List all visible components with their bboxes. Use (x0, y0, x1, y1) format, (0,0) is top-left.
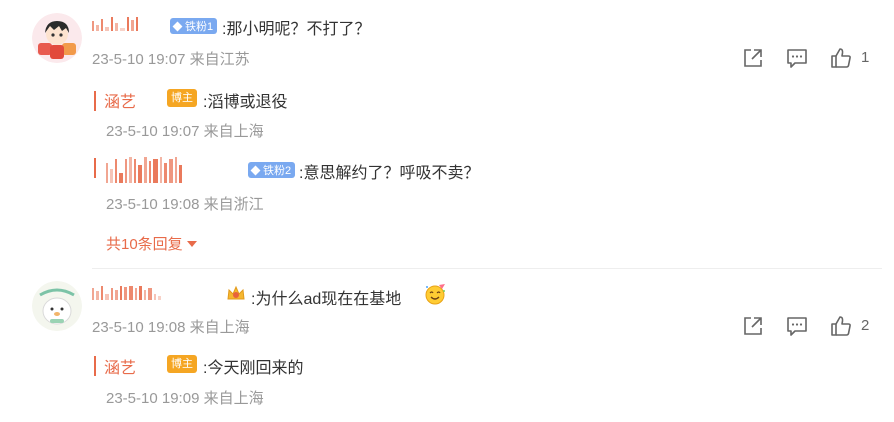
share-icon[interactable] (742, 315, 764, 337)
reply-text: :今天刚回来的 (203, 360, 304, 377)
like-icon[interactable] (830, 315, 852, 337)
username-obscured[interactable] (92, 17, 138, 31)
comment-meta: 23-5-10 19:08 来自上海 (92, 319, 250, 336)
comment-text: :为什么ad现在在基地 (251, 291, 402, 308)
username-obscured[interactable] (106, 157, 182, 183)
reply-meta: 23-5-10 19:07 来自上海 (106, 123, 264, 140)
divider (92, 268, 882, 269)
caret-down-icon (186, 240, 197, 247)
diamond-icon (172, 21, 183, 31)
reply-meta: 23-5-10 19:09 来自上海 (106, 390, 264, 407)
diamond-icon (250, 165, 261, 175)
reply-text: :意思解约了？呼吸不卖？ (299, 165, 480, 182)
comment-icon[interactable] (786, 47, 808, 69)
comment-meta: 23-5-10 19:07 来自江苏 (92, 51, 250, 68)
reply-marker (94, 158, 96, 178)
share-icon[interactable] (742, 47, 764, 69)
like-count: 2 (861, 317, 870, 334)
reply-marker (94, 91, 96, 111)
host-badge: 博主 (167, 89, 197, 107)
fan-badge: 铁粉1 (170, 18, 218, 34)
reply-author[interactable]: 涵艺 (104, 88, 136, 112)
more-replies-link[interactable]: 共10条回复 (106, 233, 197, 254)
reply-text: :滔博或退役 (203, 94, 288, 111)
like-icon[interactable] (830, 47, 852, 69)
reply-marker (94, 356, 96, 376)
avatar[interactable] (32, 281, 82, 331)
crown-icon (227, 285, 245, 300)
fan-badge: 铁粉2 (248, 162, 296, 178)
username-obscured[interactable] (92, 286, 161, 300)
avatar[interactable] (32, 13, 82, 63)
reply-meta: 23-5-10 19:08 来自浙江 (106, 196, 264, 213)
comment-text: :那小明呢？不打了？ (222, 21, 371, 38)
host-badge: 博主 (167, 355, 197, 373)
reply-author[interactable]: 涵艺 (104, 354, 136, 378)
like-count: 1 (861, 49, 870, 66)
comment-icon[interactable] (786, 315, 808, 337)
party-emoji-icon (425, 284, 445, 305)
